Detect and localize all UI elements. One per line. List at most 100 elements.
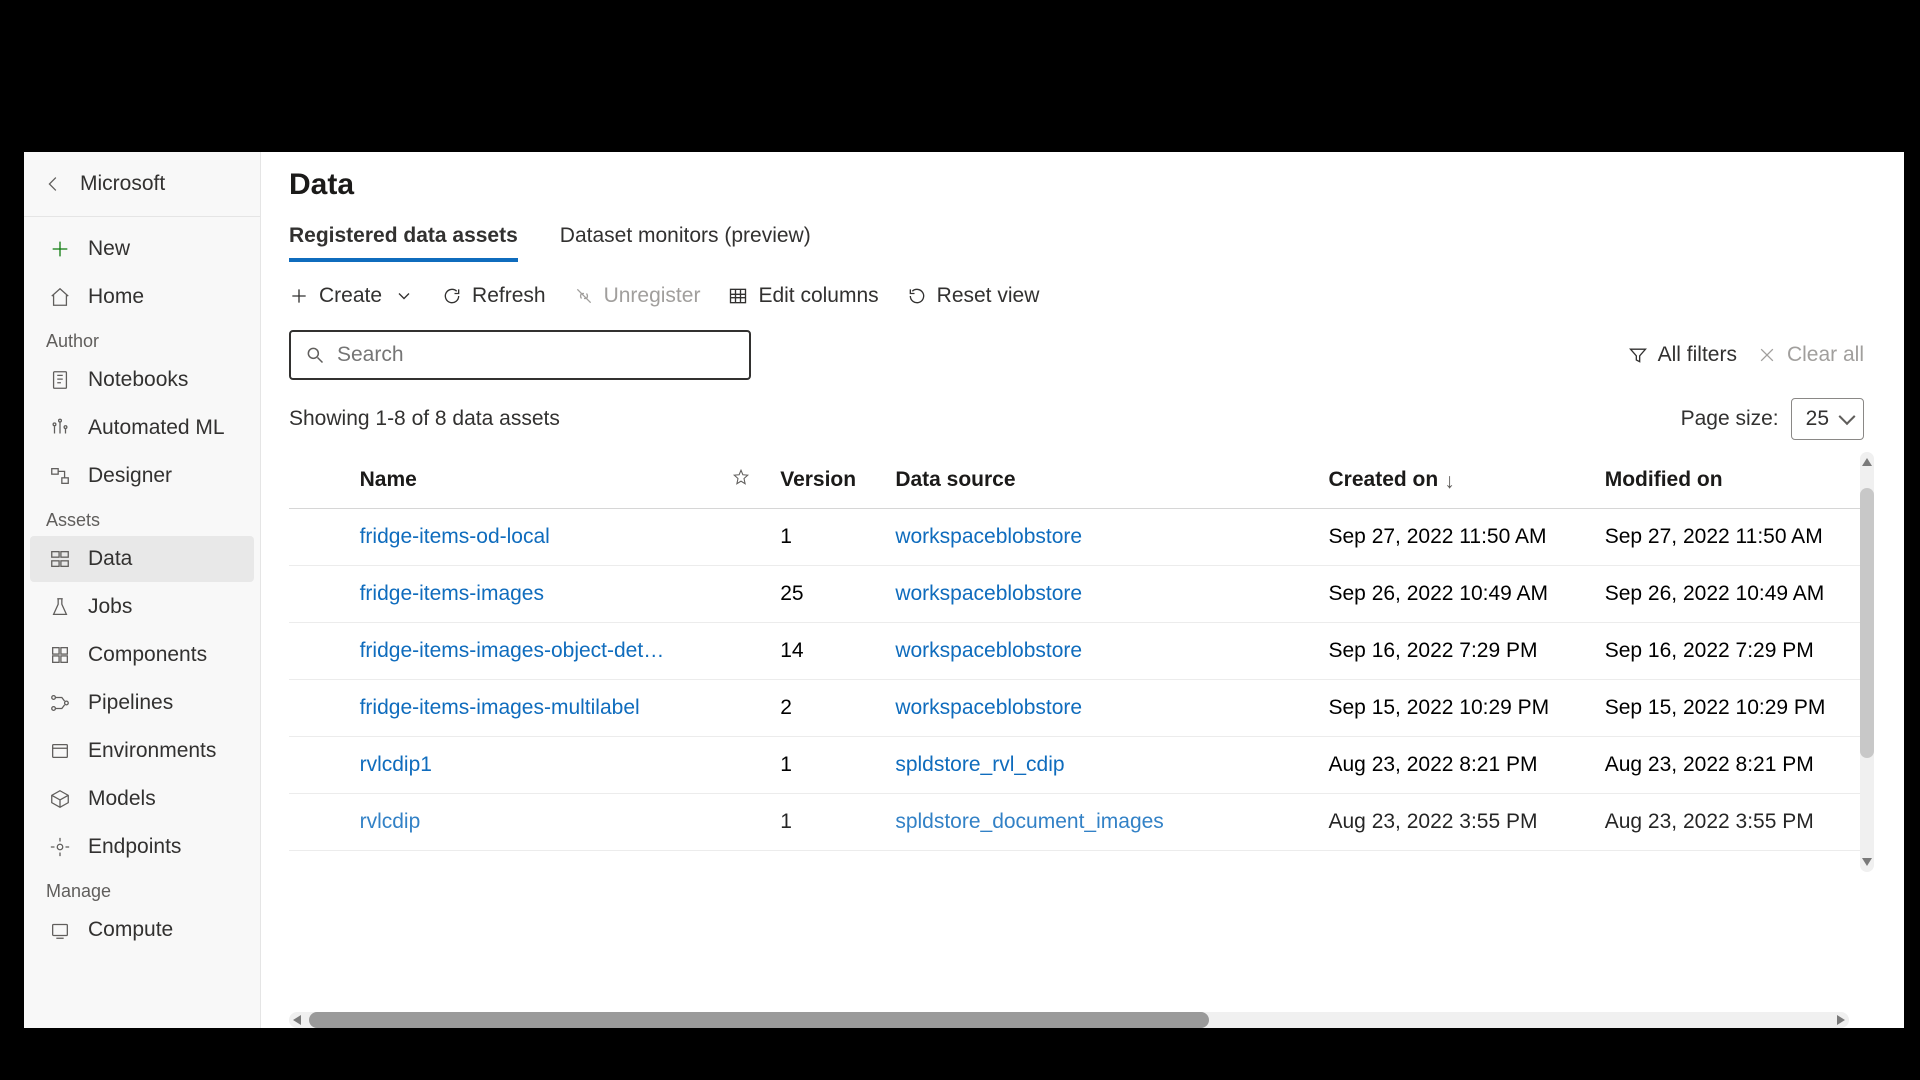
page-title: Data [289, 168, 1904, 202]
create-button[interactable]: Create [289, 284, 414, 308]
data-source-link[interactable]: workspaceblobstore [895, 696, 1082, 719]
vertical-scrollbar[interactable] [1860, 452, 1874, 872]
tab-bar: Registered data assets Dataset monitors … [289, 224, 1904, 262]
sidebar-item-home[interactable]: Home [30, 274, 254, 320]
row-favorite[interactable] [720, 566, 768, 623]
sidebar-item-environments[interactable]: Environments [30, 728, 254, 774]
table-row[interactable]: fridge-items-od-local1workspaceblobstore… [289, 509, 1869, 566]
close-icon [1757, 345, 1777, 365]
row-favorite[interactable] [720, 509, 768, 566]
asset-name-link[interactable]: fridge-items-images [360, 582, 544, 605]
data-source-link[interactable]: spldstore_rvl_cdip [895, 753, 1064, 776]
environment-icon [48, 739, 72, 763]
sidebar-item-components[interactable]: Components [30, 632, 254, 678]
row-created: Sep 16, 2022 7:29 PM [1317, 623, 1593, 680]
asset-name-link[interactable]: fridge-items-images-object-det… [360, 639, 665, 662]
sidebar-item-label: Automated ML [88, 416, 225, 440]
search-input[interactable] [337, 343, 735, 367]
edit-columns-button[interactable]: Edit columns [728, 284, 878, 308]
clear-all-button[interactable]: Clear all [1757, 343, 1864, 367]
sidebar-item-data[interactable]: Data [30, 536, 254, 582]
search-input-wrapper[interactable] [289, 330, 751, 380]
sidebar-item-new[interactable]: New [30, 226, 254, 272]
sidebar-item-label: Home [88, 285, 144, 309]
page-size-select[interactable]: 25 [1791, 398, 1864, 440]
asset-name-link[interactable]: rvlcdip [360, 810, 421, 833]
column-checkbox[interactable] [289, 452, 348, 509]
sidebar-item-endpoints[interactable]: Endpoints [30, 824, 254, 870]
plus-icon [48, 237, 72, 261]
scrollbar-thumb[interactable] [1860, 488, 1874, 758]
result-count: Showing 1-8 of 8 data assets [289, 407, 560, 431]
row-checkbox[interactable] [289, 794, 348, 851]
row-checkbox[interactable] [289, 623, 348, 680]
asset-name-link[interactable]: rvlcdip1 [360, 753, 432, 776]
sidebar-item-pipelines[interactable]: Pipelines [30, 680, 254, 726]
row-modified: Sep 16, 2022 7:29 PM [1593, 623, 1869, 680]
data-source-link[interactable]: spldstore_document_images [895, 810, 1164, 833]
sidebar: Microsoft New Home Author Notebooks [24, 152, 261, 1028]
tab-registered-data-assets[interactable]: Registered data assets [289, 224, 518, 262]
sidebar-section-author: Author [24, 321, 260, 356]
main-content: Data Registered data assets Dataset moni… [261, 152, 1904, 1028]
table-row[interactable]: rvlcdip1spldstore_document_imagesAug 23,… [289, 794, 1869, 851]
scrollbar-thumb[interactable] [309, 1012, 1209, 1028]
data-source-link[interactable]: workspaceblobstore [895, 582, 1082, 605]
table-row[interactable]: fridge-items-images-object-det…14workspa… [289, 623, 1869, 680]
asset-name-link[interactable]: fridge-items-od-local [360, 525, 550, 548]
row-modified: Aug 23, 2022 3:55 PM [1593, 794, 1869, 851]
sidebar-section-manage: Manage [24, 871, 260, 906]
search-filter-row: All filters Clear all [289, 330, 1904, 380]
data-icon [48, 547, 72, 571]
sidebar-item-compute[interactable]: Compute [30, 907, 254, 953]
column-name[interactable]: Name [348, 452, 721, 509]
automl-icon [48, 416, 72, 440]
sidebar-item-label: Notebooks [88, 368, 188, 392]
refresh-button[interactable]: Refresh [442, 284, 546, 308]
column-modified-on[interactable]: Modified on [1593, 452, 1869, 509]
row-modified: Sep 26, 2022 10:49 AM [1593, 566, 1869, 623]
cube-icon [48, 787, 72, 811]
endpoint-icon [48, 835, 72, 859]
column-created-on[interactable]: Created on↓ [1317, 452, 1593, 509]
row-favorite[interactable] [720, 737, 768, 794]
tab-dataset-monitors[interactable]: Dataset monitors (preview) [560, 224, 811, 262]
row-favorite[interactable] [720, 794, 768, 851]
asset-name-link[interactable]: fridge-items-images-multilabel [360, 696, 640, 719]
row-modified: Aug 23, 2022 8:21 PM [1593, 737, 1869, 794]
button-label: Reset view [937, 284, 1040, 308]
app-window: Microsoft New Home Author Notebooks [24, 152, 1904, 1028]
data-source-link[interactable]: workspaceblobstore [895, 525, 1082, 548]
table-row[interactable]: fridge-items-images25workspaceblobstoreS… [289, 566, 1869, 623]
sidebar-item-automl[interactable]: Automated ML [30, 405, 254, 451]
notebook-icon [48, 368, 72, 392]
data-assets-table: Name Version Data source Created on↓ Mod… [289, 452, 1869, 851]
column-version[interactable]: Version [768, 452, 883, 509]
scroll-down-icon [1862, 858, 1872, 868]
button-label: Create [319, 284, 382, 308]
back-to-org[interactable]: Microsoft [24, 162, 260, 212]
column-favorite[interactable] [720, 452, 768, 509]
sidebar-item-notebooks[interactable]: Notebooks [30, 357, 254, 403]
row-checkbox[interactable] [289, 680, 348, 737]
row-checkbox[interactable] [289, 566, 348, 623]
sidebar-item-jobs[interactable]: Jobs [30, 584, 254, 630]
row-favorite[interactable] [720, 680, 768, 737]
search-icon [305, 345, 325, 365]
table-row[interactable]: fridge-items-images-multilabel2workspace… [289, 680, 1869, 737]
row-checkbox[interactable] [289, 737, 348, 794]
data-source-link[interactable]: workspaceblobstore [895, 639, 1082, 662]
table-row[interactable]: rvlcdip11spldstore_rvl_cdipAug 23, 2022 … [289, 737, 1869, 794]
all-filters-button[interactable]: All filters [1628, 343, 1737, 367]
sidebar-item-designer[interactable]: Designer [30, 453, 254, 499]
data-table-region: Name Version Data source Created on↓ Mod… [289, 452, 1898, 1028]
row-favorite[interactable] [720, 623, 768, 680]
reset-view-button[interactable]: Reset view [907, 284, 1040, 308]
row-created: Sep 26, 2022 10:49 AM [1317, 566, 1593, 623]
button-label: Unregister [604, 284, 701, 308]
filter-icon [1628, 345, 1648, 365]
horizontal-scrollbar[interactable] [289, 1012, 1849, 1028]
column-data-source[interactable]: Data source [883, 452, 1316, 509]
sidebar-item-models[interactable]: Models [30, 776, 254, 822]
row-checkbox[interactable] [289, 509, 348, 566]
